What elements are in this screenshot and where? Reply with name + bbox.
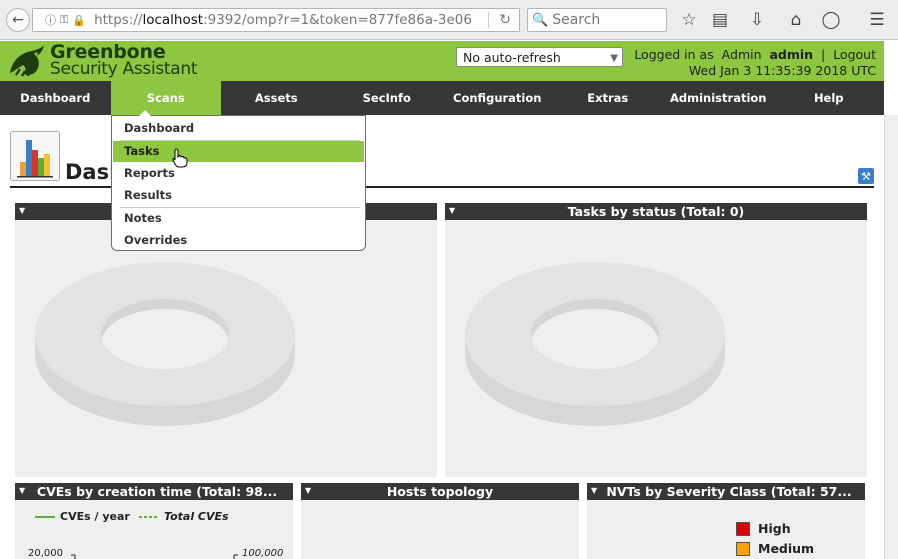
legend-total-cves: Total CVEs bbox=[164, 510, 229, 523]
user-role: Admin bbox=[721, 47, 762, 62]
download-icon[interactable]: ⇩ bbox=[746, 9, 768, 31]
menu-item-dashboard[interactable]: Dashboard bbox=[113, 118, 364, 139]
panel-title: NVTs by Severity Class (Total: 57... bbox=[606, 484, 852, 499]
legend-cves-per-year: CVEs / year bbox=[60, 510, 130, 523]
panel-toggle-icon[interactable]: ▼ bbox=[449, 206, 455, 215]
pocket-icon[interactable]: ◯ bbox=[820, 9, 842, 31]
gsa-header: Greenbone Security Assistant No auto-ref… bbox=[0, 41, 884, 81]
panel-header-tasks-by-status: ▼ Tasks by status (Total: 0) bbox=[445, 203, 867, 220]
browser-search-box[interactable]: 🔍 bbox=[527, 8, 667, 32]
panel-title: Hosts topology bbox=[386, 484, 494, 499]
greenbone-logo-icon bbox=[10, 45, 44, 77]
hand-cursor-icon bbox=[172, 148, 188, 168]
page-scrollbar[interactable] bbox=[884, 115, 898, 559]
lock-warning-icon: 🔒 bbox=[72, 13, 87, 27]
url-separator bbox=[488, 12, 489, 28]
chevron-down-icon: ▼ bbox=[610, 53, 618, 64]
key-icon: ⚿ bbox=[60, 13, 69, 26]
wrench-icon[interactable]: ⚒ bbox=[858, 168, 874, 184]
url-bar[interactable]: ⓘ ⚿ 🔒 https://localhost:9392/omp?r=1&tok… bbox=[32, 8, 520, 32]
nav-administration[interactable]: Administration bbox=[663, 81, 774, 115]
menu-item-overrides[interactable]: Overrides bbox=[113, 230, 364, 251]
menu-item-notes[interactable]: Notes bbox=[113, 208, 364, 229]
panel-header-hosts-topology: ▼ Hosts topology bbox=[301, 483, 579, 500]
search-icon: 🔍 bbox=[532, 12, 549, 28]
scans-dropdown-menu: Dashboard Tasks Reports Results Notes Ov… bbox=[111, 110, 366, 251]
panel-title: CVEs by creation time (Total: 98... bbox=[36, 484, 278, 499]
nav-dashboard[interactable]: Dashboard bbox=[0, 81, 111, 115]
y-tick-right: 100,000 bbox=[242, 548, 284, 559]
url-text[interactable]: https://localhost:9392/omp?r=1&token=877… bbox=[94, 12, 474, 28]
legend-high: High bbox=[758, 521, 791, 536]
username-link[interactable]: admin bbox=[769, 47, 813, 62]
menu-item-tasks[interactable]: Tasks bbox=[113, 141, 364, 162]
browser-search-input[interactable] bbox=[552, 12, 663, 28]
panel-body-hosts-topology bbox=[301, 500, 579, 559]
home-icon[interactable]: ⌂ bbox=[785, 9, 807, 31]
donut-chart-1 bbox=[35, 262, 295, 426]
menu-item-results[interactable]: Results bbox=[113, 185, 364, 206]
bookmark-star-icon[interactable]: ☆ bbox=[678, 9, 700, 31]
y-tick-left: 20,000 bbox=[28, 548, 63, 559]
panel-toggle-icon[interactable]: ▼ bbox=[591, 486, 597, 495]
menu-item-reports[interactable]: Reports bbox=[113, 163, 364, 184]
browser-toolbar: ← ⓘ ⚿ 🔒 https://localhost:9392/omp?r=1&t… bbox=[0, 0, 898, 40]
panel-body-cves: CVEs / year Total CVEs 20,000 100,000 bbox=[15, 500, 293, 559]
nav-secinfo[interactable]: SecInfo bbox=[332, 81, 443, 115]
donut-chart-2 bbox=[465, 262, 725, 426]
panel-body-tasks-by-status bbox=[445, 220, 867, 477]
nav-assets[interactable]: Assets bbox=[221, 81, 332, 115]
legend-swatch-high bbox=[736, 522, 750, 536]
panel-toggle-icon[interactable]: ▼ bbox=[19, 486, 25, 495]
login-info: Logged in as Admin admin | Logout bbox=[634, 47, 876, 62]
reload-icon[interactable]: ↻ bbox=[499, 12, 511, 28]
info-icon[interactable]: ⓘ bbox=[45, 12, 56, 28]
dashboard-chart-icon bbox=[10, 131, 60, 181]
panel-body-nvts: High Medium bbox=[587, 500, 865, 559]
auto-refresh-select[interactable]: No auto-refresh ▼ bbox=[456, 47, 623, 67]
legend-swatch-medium bbox=[736, 542, 750, 556]
panel-toggle-icon[interactable]: ▼ bbox=[19, 206, 25, 215]
menu-hamburger-icon[interactable]: ☰ bbox=[866, 9, 888, 31]
panel-header-cves-by-creation-time: ▼ CVEs by creation time (Total: 98... bbox=[15, 483, 293, 500]
main-nav: Dashboard Scans Assets SecInfo Configura… bbox=[0, 81, 884, 115]
panel-toggle-icon[interactable]: ▼ bbox=[305, 486, 311, 495]
logo-subtitle: Security Assistant bbox=[50, 59, 198, 79]
panel-header-nvts-by-severity: ▼ NVTs by Severity Class (Total: 57... bbox=[587, 483, 865, 500]
reading-list-icon[interactable]: ▤ bbox=[709, 9, 731, 31]
logout-link[interactable]: Logout bbox=[833, 47, 876, 62]
nav-scans[interactable]: Scans bbox=[110, 81, 221, 115]
current-datetime: Wed Jan 3 11:35:39 2018 UTC bbox=[688, 63, 876, 78]
panel-title: Tasks by status (Total: 0) bbox=[567, 204, 745, 219]
back-arrow-icon[interactable]: ← bbox=[6, 8, 30, 32]
panel-body-1 bbox=[15, 220, 437, 477]
legend-medium: Medium bbox=[758, 541, 815, 556]
nav-help[interactable]: Help bbox=[774, 81, 885, 115]
nav-configuration[interactable]: Configuration bbox=[442, 81, 553, 115]
nav-extras[interactable]: Extras bbox=[553, 81, 664, 115]
